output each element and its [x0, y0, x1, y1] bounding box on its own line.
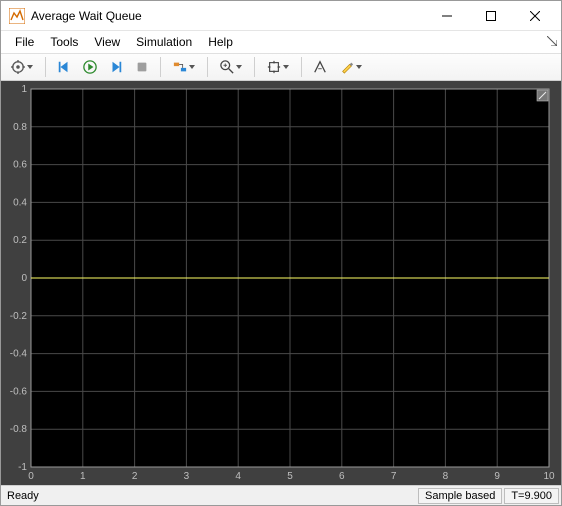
title-bar: Average Wait Queue	[1, 1, 561, 31]
signal-selector-button[interactable]	[167, 56, 201, 78]
dropdown-caret-icon	[236, 65, 242, 69]
svg-text:9: 9	[494, 471, 500, 482]
toolbar	[1, 53, 561, 81]
scope-chart[interactable]: 0 1 2 3 4 5 6 7 8 9 10 -1 -0.8 -0.6 -0.4 -0.2 0 0.2 0.4 0.6…	[1, 81, 561, 485]
svg-text:0: 0	[28, 471, 34, 482]
dropdown-caret-icon	[27, 65, 33, 69]
svg-text:1: 1	[80, 471, 86, 482]
svg-text:-0.4: -0.4	[10, 349, 28, 360]
minimize-button[interactable]	[425, 1, 469, 31]
menu-tools[interactable]: Tools	[42, 33, 86, 51]
menu-bar: File Tools View Simulation Help	[1, 31, 561, 53]
window-title: Average Wait Queue	[31, 9, 425, 23]
menu-file[interactable]: File	[7, 33, 42, 51]
svg-text:0: 0	[21, 273, 27, 284]
toolbar-separator	[301, 57, 302, 77]
svg-text:3: 3	[184, 471, 190, 482]
status-bar: Ready Sample based T=9.900	[1, 485, 561, 505]
step-forward-button[interactable]	[104, 56, 128, 78]
svg-text:0.4: 0.4	[13, 197, 27, 208]
toolbar-separator	[207, 57, 208, 77]
status-ready: Ready	[1, 490, 418, 502]
svg-text:-1: -1	[18, 462, 27, 473]
dock-icon[interactable]	[547, 35, 557, 45]
menu-view[interactable]: View	[86, 33, 128, 51]
toolbar-separator	[45, 57, 46, 77]
svg-text:0.2: 0.2	[13, 235, 27, 246]
svg-text:5: 5	[287, 471, 293, 482]
toolbar-separator	[160, 57, 161, 77]
svg-text:-0.8: -0.8	[10, 424, 28, 435]
dropdown-caret-icon	[356, 65, 362, 69]
svg-text:0.8: 0.8	[13, 122, 27, 133]
dropdown-caret-icon	[283, 65, 289, 69]
highlight-button[interactable]	[334, 56, 368, 78]
toolbar-separator	[254, 57, 255, 77]
svg-text:2: 2	[132, 471, 138, 482]
svg-text:8: 8	[443, 471, 449, 482]
run-button[interactable]	[78, 56, 102, 78]
svg-text:7: 7	[391, 471, 397, 482]
svg-text:10: 10	[543, 471, 555, 482]
step-back-button[interactable]	[52, 56, 76, 78]
dropdown-caret-icon	[189, 65, 195, 69]
svg-text:6: 6	[339, 471, 345, 482]
svg-text:-0.6: -0.6	[10, 386, 28, 397]
close-button[interactable]	[513, 1, 557, 31]
configure-button[interactable]	[5, 56, 39, 78]
svg-text:1: 1	[21, 84, 27, 95]
svg-text:4: 4	[235, 471, 241, 482]
menu-simulation[interactable]: Simulation	[128, 33, 200, 51]
scope-plot: 0 1 2 3 4 5 6 7 8 9 10 -1 -0.8 -0.6 -0.4 -0.2 0 0.2 0.4 0.6…	[1, 81, 561, 485]
status-sample-mode: Sample based	[418, 488, 502, 504]
stop-button[interactable]	[130, 56, 154, 78]
svg-text:-0.2: -0.2	[10, 311, 28, 322]
autoscale-button[interactable]	[261, 56, 295, 78]
measurements-button[interactable]	[308, 56, 332, 78]
maximize-button[interactable]	[469, 1, 513, 31]
menu-help[interactable]: Help	[200, 33, 241, 51]
zoom-button[interactable]	[214, 56, 248, 78]
app-icon	[9, 8, 25, 24]
status-time: T=9.900	[504, 488, 559, 504]
svg-text:0.6: 0.6	[13, 160, 27, 171]
